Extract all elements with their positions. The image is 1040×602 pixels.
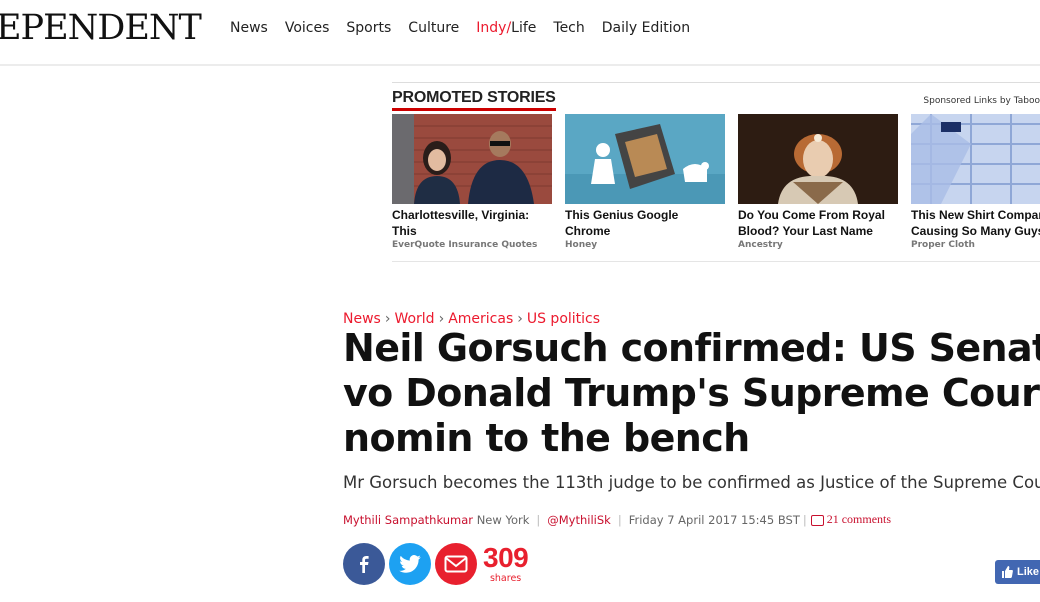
author-link[interactable]: Mythili Sampathkumar (343, 513, 473, 527)
breadcrumb-separator: › (384, 311, 391, 327)
promo-card[interactable]: This Genius Google Chrome Add-On Is Savi… (565, 114, 725, 250)
share-count: 309 (483, 542, 529, 574)
mail-icon (444, 555, 468, 573)
thumbs-up-icon (1002, 566, 1013, 578)
nav-culture[interactable]: Culture (408, 20, 459, 36)
article-subheadline: Mr Gorsuch becomes the 113th judge to be… (343, 473, 1040, 492)
promo-card-title: Charlottesville, Virginia: This Brillian… (392, 208, 530, 238)
breadcrumb-us-politics[interactable]: US politics (527, 311, 600, 327)
nav-indy-life[interactable]: Indy/Life (476, 20, 536, 36)
promo-image-people (392, 114, 552, 204)
breadcrumb: News › World › Americas › US politics (343, 311, 600, 327)
nav-indy-label: Indy/ (476, 20, 512, 36)
promo-card-title: Do You Come From Royal Blood? Your Last … (738, 208, 885, 238)
facebook-like-button[interactable]: Like (995, 560, 1040, 584)
divider: | (536, 512, 541, 527)
nav-tech[interactable]: Tech (553, 20, 584, 36)
nav-sports[interactable]: Sports (346, 20, 391, 36)
facebook-icon (360, 556, 369, 573)
twitter-handle[interactable]: @MythiliSk (547, 513, 611, 527)
comment-icon[interactable] (810, 515, 824, 526)
nav-life-label: Life (511, 20, 537, 36)
nav-daily-edition[interactable]: Daily Edition (602, 20, 690, 36)
divider: | (802, 512, 807, 527)
breadcrumb-separator: › (517, 311, 523, 327)
breadcrumb-americas[interactable]: Americas (448, 311, 513, 327)
byline: Mythili Sampathkumar New York | @Mythili… (343, 512, 891, 527)
like-label: Like (1017, 566, 1040, 578)
facebook-share-button[interactable] (343, 543, 385, 585)
site-header: EPENDENT News Voices Sports Culture Indy… (0, 0, 1040, 66)
article-headline: Neil Gorsuch confirmed: US Senate vo Don… (343, 326, 1040, 460)
share-bar: 309 shares (343, 542, 529, 585)
promo-card-source: Ancestry (738, 240, 783, 250)
breadcrumb-news[interactable]: News (343, 311, 381, 327)
nav-news[interactable]: News (230, 20, 268, 36)
promo-card[interactable]: Charlottesville, Virginia: This Brillian… (392, 114, 552, 250)
twitter-share-button[interactable] (389, 543, 431, 585)
email-share-button[interactable] (435, 543, 477, 585)
comments-link[interactable]: 21 comments (827, 512, 891, 527)
promo-card-title: This New Shirt Compan Causing So Many Gu… (911, 208, 1040, 238)
breadcrumb-world[interactable]: World (394, 311, 434, 327)
sponsored-links[interactable]: Sponsored Links by Taboo (923, 96, 1040, 106)
promo-image-box (565, 114, 725, 204)
divider: | (617, 512, 622, 527)
promo-card-title: This Genius Google Chrome Add-On Is Savi… (565, 208, 679, 238)
site-logo[interactable]: EPENDENT (0, 8, 202, 48)
promoted-cards: Charlottesville, Virginia: This Brillian… (392, 114, 1040, 250)
share-counter: 309 shares (483, 542, 529, 585)
main-nav: News Voices Sports Culture Indy/Life Tec… (230, 20, 707, 36)
promo-card-source: Honey (565, 240, 598, 250)
promo-card-source: Proper Cloth (911, 240, 975, 250)
promo-image-portrait (738, 114, 898, 204)
breadcrumb-separator: › (438, 311, 445, 327)
promoted-stories: PROMOTED STORIES Sponsored Links by Tabo… (392, 82, 1040, 262)
promo-card-source: EverQuote Insurance Quotes (392, 240, 538, 250)
twitter-icon (399, 555, 421, 573)
location: New York (476, 512, 530, 527)
share-label: shares (489, 573, 522, 585)
promoted-title: PROMOTED STORIES (392, 89, 556, 111)
nav-voices[interactable]: Voices (285, 20, 330, 36)
publish-date: Friday 7 April 2017 15:45 BST (628, 512, 800, 527)
promo-image-shirts (911, 114, 1040, 204)
promo-card[interactable]: This New Shirt Compan Causing So Many Gu… (911, 114, 1040, 250)
promo-card[interactable]: Do You Come From Royal Blood? Your Last … (738, 114, 898, 250)
